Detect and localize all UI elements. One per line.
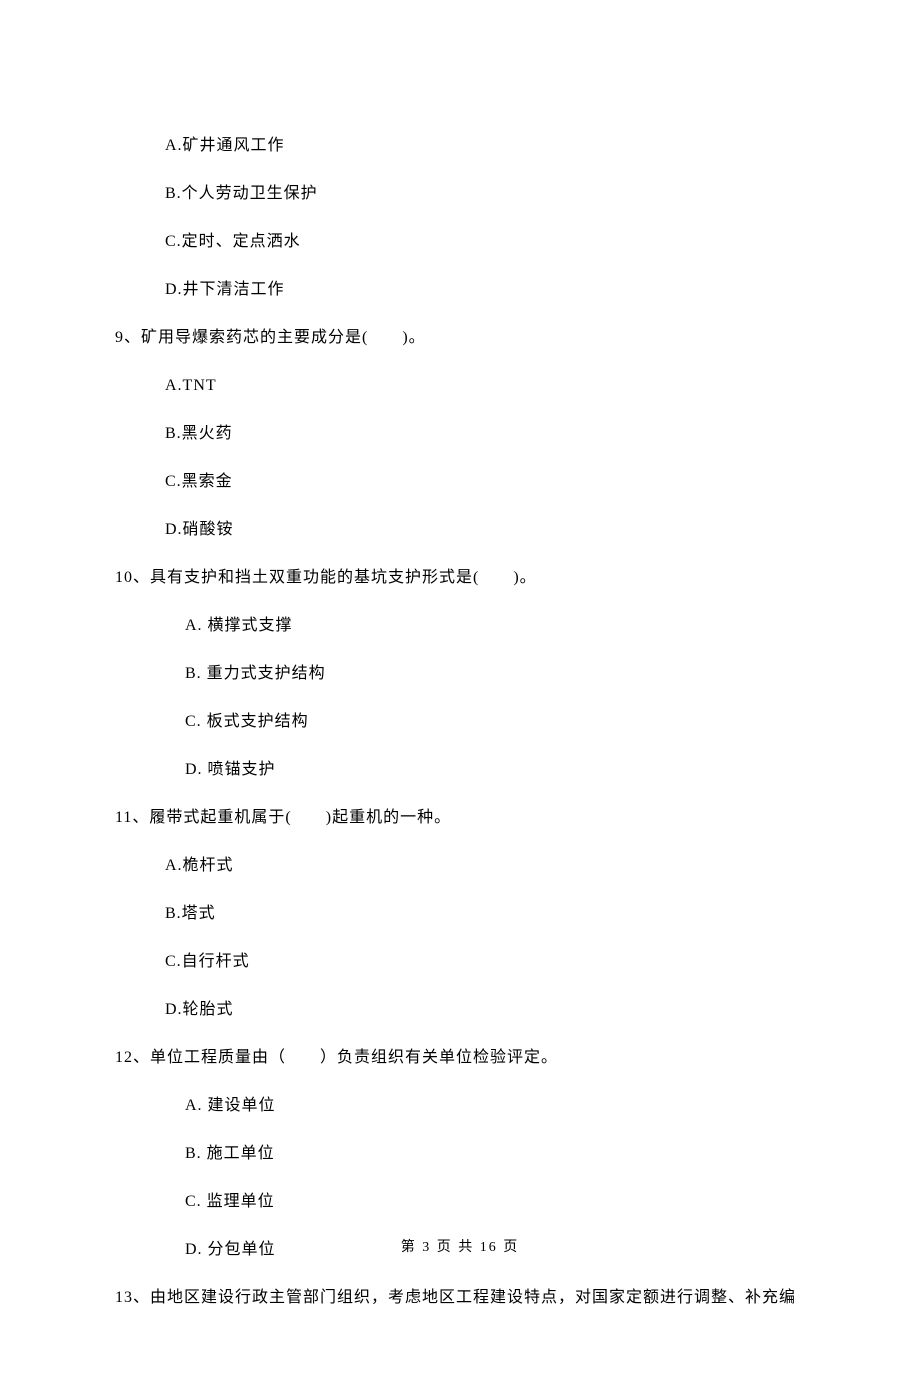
q10-option-c: C. 板式支护结构: [185, 710, 805, 734]
q10-option-b: B. 重力式支护结构: [185, 662, 805, 686]
option-c: C.定时、定点洒水: [165, 230, 805, 254]
question-9: 9、矿用导爆索药芯的主要成分是( )。: [115, 326, 805, 350]
q9-option-b: B.黑火药: [165, 422, 805, 446]
q12-option-a: A. 建设单位: [185, 1094, 805, 1118]
q10-option-d: D. 喷锚支护: [185, 758, 805, 782]
option-d: D.井下清洁工作: [165, 278, 805, 302]
page-content: A.矿井通风工作 B.个人劳动卫生保护 C.定时、定点洒水 D.井下清洁工作 9…: [0, 0, 920, 1382]
q11-option-c: C.自行杆式: [165, 950, 805, 974]
q9-option-d: D.硝酸铵: [165, 518, 805, 542]
option-b: B.个人劳动卫生保护: [165, 182, 805, 206]
question-13: 13、由地区建设行政主管部门组织，考虑地区工程建设特点，对国家定额进行调整、补充…: [115, 1286, 805, 1310]
q12-option-c: C. 监理单位: [185, 1190, 805, 1214]
page-footer: 第 3 页 共 16 页: [0, 1236, 920, 1256]
q11-option-a: A.桅杆式: [165, 854, 805, 878]
q9-option-a: A.TNT: [165, 374, 805, 398]
question-11: 11、履带式起重机属于( )起重机的一种。: [115, 806, 805, 830]
q12-option-b: B. 施工单位: [185, 1142, 805, 1166]
q11-option-d: D.轮胎式: [165, 998, 805, 1022]
question-12: 12、单位工程质量由（ ）负责组织有关单位检验评定。: [115, 1046, 805, 1070]
q10-option-a: A. 横撑式支撑: [185, 614, 805, 638]
option-a: A.矿井通风工作: [165, 134, 805, 158]
q9-option-c: C.黑索金: [165, 470, 805, 494]
q11-option-b: B.塔式: [165, 902, 805, 926]
question-10: 10、具有支护和挡土双重功能的基坑支护形式是( )。: [115, 566, 805, 590]
